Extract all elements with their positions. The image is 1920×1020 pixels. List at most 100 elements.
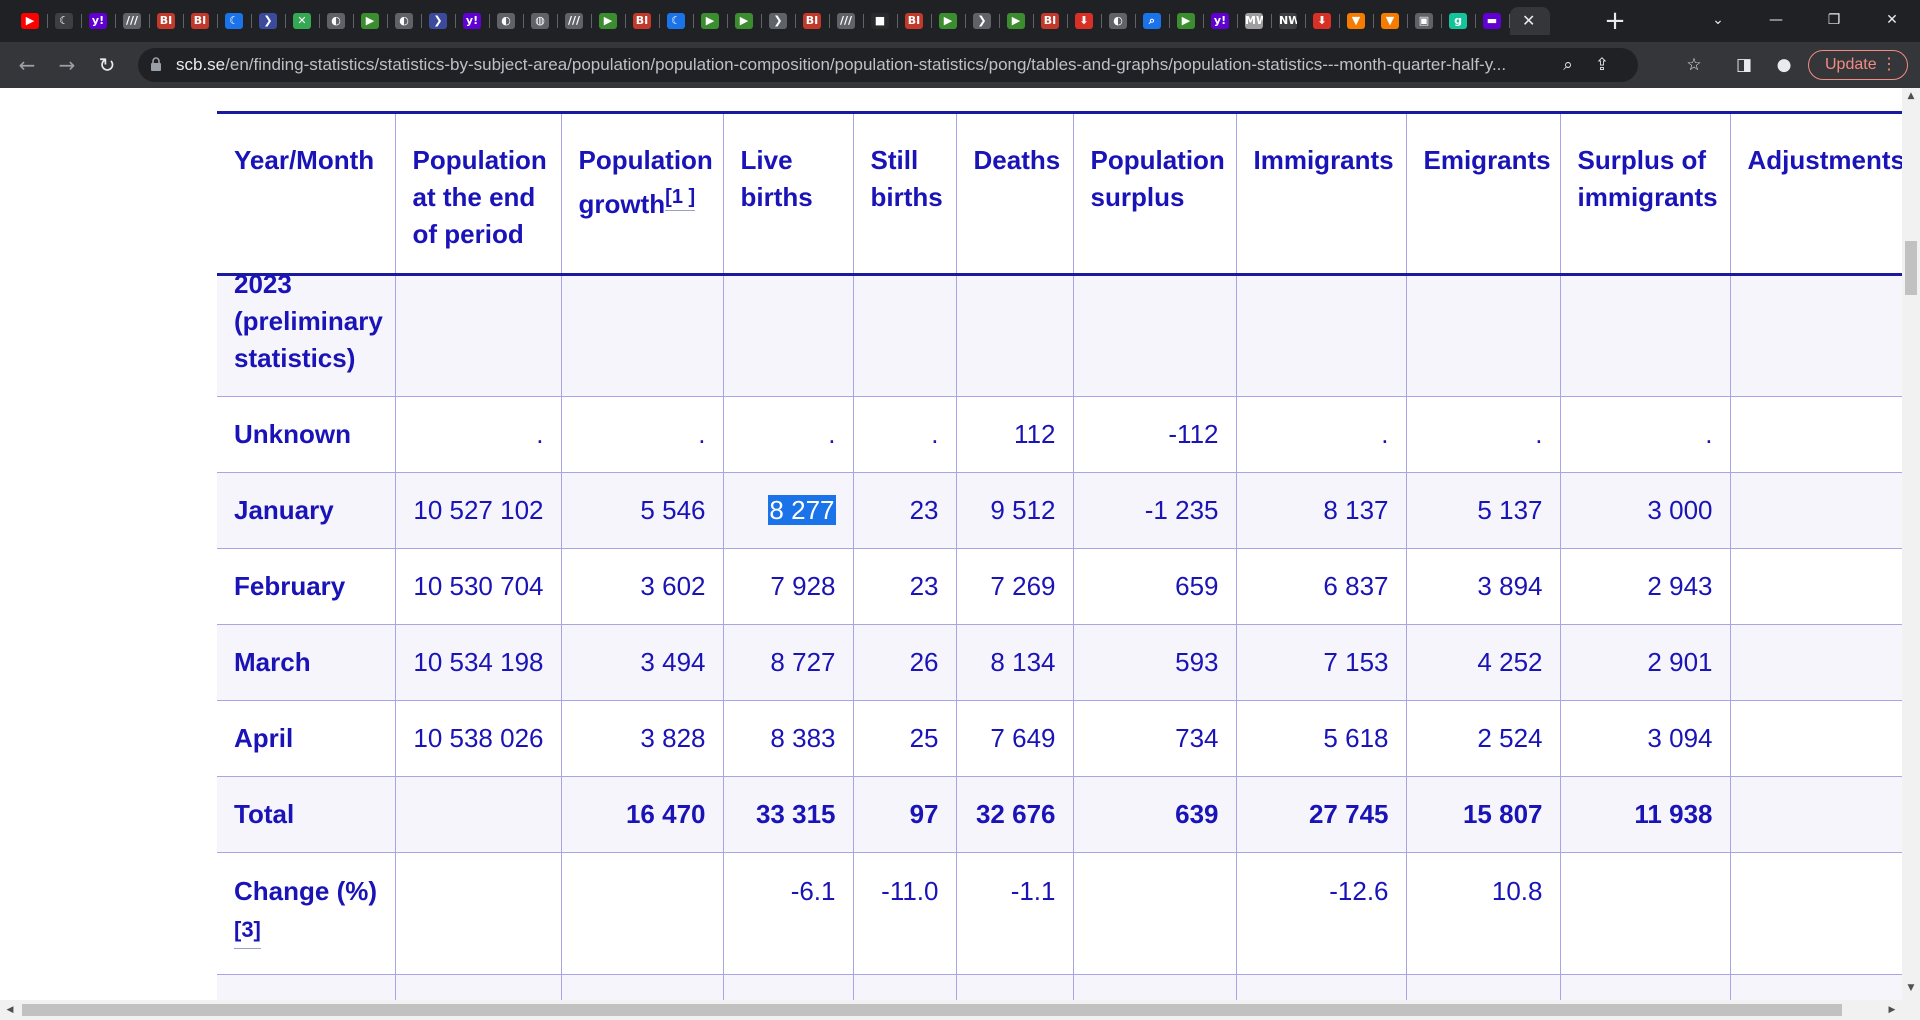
scroll-down-arrow-icon[interactable]: ▼ <box>1902 980 1920 996</box>
browser-tab[interactable]: ⬇ <box>1068 7 1102 35</box>
browser-tab[interactable]: ■ <box>864 7 898 35</box>
browser-tab[interactable]: /// <box>116 7 150 35</box>
vertical-scroll-thumb[interactable] <box>1905 241 1917 295</box>
tab-search-chevron-icon[interactable]: ⌄ <box>1690 0 1746 42</box>
url-text[interactable]: scb.se/en/finding-statistics/statistics-… <box>176 48 1556 82</box>
kebab-menu-icon[interactable]: ⋮ <box>1881 51 1897 79</box>
cell-value: -112 <box>1168 419 1219 449</box>
browser-tab[interactable]: ❯ <box>762 7 796 35</box>
address-bar[interactable]: scb.se/en/finding-statistics/statistics-… <box>138 48 1638 82</box>
bookmark-star-icon[interactable]: ☆ <box>1682 53 1706 77</box>
browser-tab[interactable]: /// <box>830 7 864 35</box>
browser-tab[interactable]: ⌕ <box>1136 7 1170 35</box>
table-cell: 10 527 102 <box>394 472 561 549</box>
side-panel-icon[interactable]: ◨ <box>1732 53 1756 77</box>
browser-tab[interactable]: NW <box>1272 7 1306 35</box>
table-cell <box>1729 548 1902 625</box>
table-cell: 10.8 <box>1405 852 1560 975</box>
browser-tab[interactable]: ☾ <box>48 7 82 35</box>
header-live-births: Live births <box>722 111 853 276</box>
row-label: April <box>217 700 395 777</box>
update-button[interactable]: Update ⋮ <box>1808 50 1908 80</box>
empty-cell <box>217 974 395 1000</box>
browser-tab[interactable]: BI <box>184 7 218 35</box>
cell-value: 15 807 <box>1462 799 1543 829</box>
browser-tab[interactable]: y! <box>1204 7 1238 35</box>
browser-tab[interactable]: ▶ <box>592 7 626 35</box>
lock-icon[interactable] <box>150 57 162 71</box>
scroll-up-arrow-icon[interactable]: ▲ <box>1902 88 1920 104</box>
zoom-icon[interactable]: ⌕ <box>1556 53 1580 77</box>
browser-tab[interactable]: ▶ <box>728 7 762 35</box>
horizontal-scrollbar[interactable]: ◀ ▶ <box>0 1000 1920 1020</box>
browser-tab[interactable]: BI <box>1034 7 1068 35</box>
footnote-link-1[interactable]: [1 ] <box>665 186 696 211</box>
cell-value: 3 000 <box>1647 495 1713 525</box>
browser-tab[interactable]: BI <box>898 7 932 35</box>
browser-tab[interactable]: ▶ <box>694 7 728 35</box>
browser-tab[interactable]: y! <box>456 7 490 35</box>
browser-tab[interactable]: ▼ <box>1340 7 1374 35</box>
close-tab-icon[interactable]: ✕ <box>1522 11 1535 31</box>
browser-tab[interactable]: ⬇ <box>1306 7 1340 35</box>
browser-tab[interactable]: g <box>1442 7 1476 35</box>
browser-tab[interactable]: ▶ <box>14 7 48 35</box>
table-cell: . <box>722 396 853 473</box>
empty-cell <box>955 974 1073 1000</box>
browser-tab[interactable]: ✕ <box>286 7 320 35</box>
table-cell: 32 676 <box>955 776 1073 853</box>
browser-tab[interactable]: ❯ <box>966 7 1000 35</box>
browser-tab[interactable]: ◐ <box>1102 7 1136 35</box>
browser-tab[interactable]: ◐ <box>320 7 354 35</box>
header-immigrants: Immigrants <box>1235 111 1406 276</box>
empty-cell <box>722 974 853 1000</box>
browser-tab[interactable]: ▶ <box>1170 7 1204 35</box>
browser-tab[interactable]: ❯ <box>422 7 456 35</box>
browser-tab[interactable]: BI <box>150 7 184 35</box>
table-row: January 10 527 102 5 546 8 277 23 9 512 -1 235… <box>217 472 1902 549</box>
close-window-button[interactable]: ✕ <box>1864 0 1920 42</box>
scroll-left-arrow-icon[interactable]: ◀ <box>2 1000 18 1020</box>
browser-tab[interactable]: BI <box>796 7 830 35</box>
table-cell: 3 494 <box>560 624 723 701</box>
browser-tab[interactable]: ◐ <box>490 7 524 35</box>
browser-tab[interactable]: ▶ <box>932 7 966 35</box>
new-tab-button[interactable]: + <box>1600 7 1630 35</box>
browser-tab[interactable]: ◐ <box>388 7 422 35</box>
browser-tab[interactable]: ☾ <box>218 7 252 35</box>
back-button[interactable]: ← <box>12 50 42 80</box>
browser-tab[interactable]: ▣ <box>1408 7 1442 35</box>
browser-tab[interactable]: MW <box>1238 7 1272 35</box>
sheet-favicon-icon: ✕ <box>293 13 311 29</box>
horizontal-scroll-thumb[interactable] <box>22 1004 1842 1016</box>
browser-tab[interactable]: ▼ <box>1374 7 1408 35</box>
table-cell: 2 943 <box>1559 548 1730 625</box>
active-browser-tab[interactable]: ✕ <box>1510 7 1550 35</box>
table-cell <box>1559 852 1730 975</box>
browser-tab[interactable]: ▬ <box>1476 7 1510 35</box>
change-row: Change (%) [3] -6.1 -11.0 -1.1 -12.6 10.8 <box>217 852 1902 975</box>
profile-icon[interactable]: ● <box>1772 53 1796 77</box>
browser-tab[interactable]: ▶ <box>1000 7 1034 35</box>
browser-tab[interactable]: ▶ <box>354 7 388 35</box>
browser-tab[interactable]: ◍ <box>524 7 558 35</box>
chevron-favicon-icon: ❯ <box>259 13 277 29</box>
bookmark-star-icon[interactable] <box>1594 53 1618 77</box>
table-cell: 7 928 <box>722 548 853 625</box>
browser-tab[interactable]: /// <box>558 7 592 35</box>
browser-tab[interactable]: BI <box>626 7 660 35</box>
minimize-button[interactable]: — <box>1748 0 1804 42</box>
restore-button[interactable]: ❐ <box>1806 0 1862 42</box>
globe-favicon-icon: ◍ <box>531 13 549 29</box>
scroll-right-arrow-icon[interactable]: ▶ <box>1884 1000 1900 1020</box>
footnote-link-3[interactable]: [3] <box>234 917 261 949</box>
forward-button[interactable]: → <box>52 50 82 80</box>
browser-tab[interactable]: ☾ <box>660 7 694 35</box>
cell-value: 27 745 <box>1308 799 1389 829</box>
circle-favicon-icon: ◐ <box>1109 13 1127 29</box>
reload-button[interactable]: ↻ <box>92 50 122 80</box>
empty-cell <box>1729 974 1902 1000</box>
browser-tab[interactable]: ❯ <box>252 7 286 35</box>
vertical-scrollbar[interactable]: ▲ ▼ <box>1902 88 1920 1000</box>
browser-tab[interactable]: y! <box>82 7 116 35</box>
